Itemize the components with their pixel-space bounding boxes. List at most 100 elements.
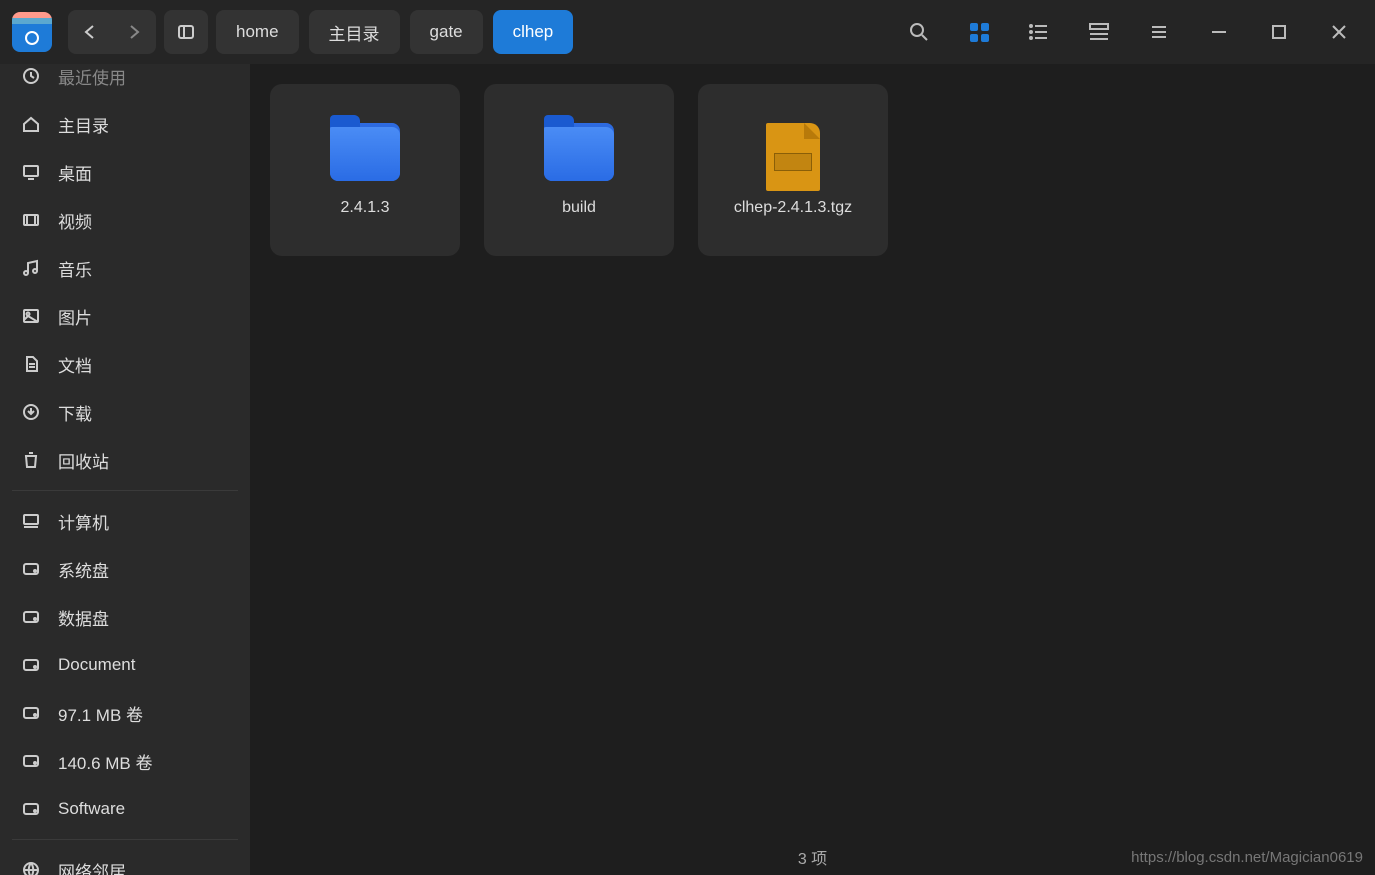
sidebar-item-label: 桌面 [58, 160, 92, 185]
sidebar-item-label: 最近使用 [58, 64, 126, 89]
panel-icon [176, 22, 196, 42]
breadcrumb-gate[interactable]: gate [410, 10, 483, 54]
breadcrumb-主目录[interactable]: 主目录 [309, 10, 400, 54]
sidebar-item-label: 网络邻居 [58, 858, 126, 875]
file-item[interactable]: clhep-2.4.1.3.tgz [698, 84, 888, 256]
folder-icon [330, 123, 400, 181]
sidebar-item-回收站[interactable]: 回收站 [8, 436, 242, 484]
minimize-icon [1208, 21, 1230, 43]
search-icon [908, 21, 930, 43]
sidebar-item-label: 音乐 [58, 256, 92, 281]
clock-icon [20, 66, 42, 86]
breadcrumb: home主目录gateclhep [216, 10, 573, 54]
sidebar-item-label: 图片 [58, 304, 92, 329]
view-list-button[interactable] [1023, 16, 1055, 48]
sidebar-item-计算机[interactable]: 计算机 [8, 497, 242, 545]
view-detail-button[interactable] [1083, 16, 1115, 48]
statusbar: 3 项 https://blog.csdn.net/Magician0619 [250, 839, 1375, 875]
sidebar-item-音乐[interactable]: 音乐 [8, 244, 242, 292]
network-icon [20, 860, 42, 875]
download-icon [20, 402, 42, 422]
sidebar-item-label: 数据盘 [58, 605, 109, 630]
archive-icon [758, 123, 828, 181]
breadcrumb-clhep[interactable]: clhep [493, 10, 574, 54]
sidebar-item-label: 系统盘 [58, 557, 109, 582]
status-count: 3 项 [798, 845, 827, 869]
sidebar-item-label: 视频 [58, 208, 92, 233]
menu-button[interactable] [1143, 16, 1175, 48]
hamburger-icon [1148, 21, 1170, 43]
chevron-left-icon [80, 22, 100, 42]
file-grid: 2.4.1.3 build clhep-2.4.1.3.tgz [250, 64, 1375, 839]
disk-icon [20, 703, 42, 723]
nav-history [68, 10, 156, 54]
document-icon [20, 354, 42, 374]
main-pane: 2.4.1.3 build clhep-2.4.1.3.tgz 3 项 https:… [250, 64, 1375, 875]
minimize-button[interactable] [1203, 16, 1235, 48]
sidebar-item-label: 下载 [58, 400, 92, 425]
disk-icon [20, 655, 42, 675]
sidebar-item-label: 97.1 MB 卷 [58, 701, 143, 726]
home-icon [20, 114, 42, 134]
sidebar-item-最近使用[interactable]: 最近使用 [8, 64, 242, 100]
sidebar-toggle-button[interactable] [164, 10, 208, 54]
forward-button[interactable] [112, 10, 156, 54]
file-item[interactable]: build [484, 84, 674, 256]
sidebar-item-label: 140.6 MB 卷 [58, 749, 153, 774]
sidebar-item-label: 主目录 [58, 112, 109, 137]
app-logo-icon [12, 12, 52, 52]
computer-icon [20, 511, 42, 531]
toolbar-right [903, 16, 1363, 48]
titlebar: home主目录gateclhep [0, 0, 1375, 64]
sidebar-item-视频[interactable]: 视频 [8, 196, 242, 244]
watermark-text: https://blog.csdn.net/Magician0619 [1131, 849, 1363, 866]
trash-icon [20, 450, 42, 470]
music-icon [20, 258, 42, 278]
desktop-icon [20, 162, 42, 182]
folder-icon [544, 123, 614, 181]
sidebar: 最近使用主目录桌面视频音乐图片文档下载回收站计算机系统盘数据盘 Document 9… [0, 64, 250, 875]
content: 最近使用主目录桌面视频音乐图片文档下载回收站计算机系统盘数据盘 Document 9… [0, 64, 1375, 875]
disk-icon [20, 607, 42, 627]
sidebar-item-文档[interactable]: 文档 [8, 340, 242, 388]
sidebar-item-Software[interactable]: Software [8, 785, 242, 833]
view-grid-button[interactable] [963, 16, 995, 48]
grid-icon [970, 23, 989, 42]
sidebar-item-图片[interactable]: 图片 [8, 292, 242, 340]
sidebar-divider [12, 490, 238, 491]
sidebar-item-Document[interactable]: Document [8, 641, 242, 689]
sidebar-item-140.6 MB 卷[interactable]: 140.6 MB 卷 [8, 737, 242, 785]
breadcrumb-home[interactable]: home [216, 10, 299, 54]
maximize-button[interactable] [1263, 16, 1295, 48]
sidebar-item-主目录[interactable]: 主目录 [8, 100, 242, 148]
sidebar-item-label: 文档 [58, 352, 92, 377]
sidebar-divider [12, 839, 238, 840]
file-label: 2.4.1.3 [341, 199, 390, 217]
detail-list-icon [1088, 21, 1110, 43]
maximize-icon [1268, 21, 1290, 43]
disk-icon [20, 799, 42, 819]
close-icon [1328, 21, 1350, 43]
sidebar-item-桌面[interactable]: 桌面 [8, 148, 242, 196]
back-button[interactable] [68, 10, 112, 54]
close-button[interactable] [1323, 16, 1355, 48]
sidebar-item-数据盘[interactable]: 数据盘 [8, 593, 242, 641]
sidebar-item-label: Software [58, 799, 125, 819]
chevron-right-icon [124, 22, 144, 42]
sidebar-item-下载[interactable]: 下载 [8, 388, 242, 436]
sidebar-item-网络邻居[interactable]: 网络邻居 [8, 846, 242, 875]
disk-icon [20, 559, 42, 579]
list-icon [1028, 21, 1050, 43]
file-item[interactable]: 2.4.1.3 [270, 84, 460, 256]
image-icon [20, 306, 42, 326]
file-label: clhep-2.4.1.3.tgz [734, 199, 852, 217]
sidebar-item-97.1 MB 卷[interactable]: 97.1 MB 卷 [8, 689, 242, 737]
sidebar-item-label: 计算机 [58, 509, 109, 534]
sidebar-item-系统盘[interactable]: 系统盘 [8, 545, 242, 593]
search-button[interactable] [903, 16, 935, 48]
disk-icon [20, 751, 42, 771]
video-icon [20, 210, 42, 230]
sidebar-item-label: Document [58, 655, 135, 675]
file-label: build [562, 199, 596, 217]
sidebar-item-label: 回收站 [58, 448, 109, 473]
